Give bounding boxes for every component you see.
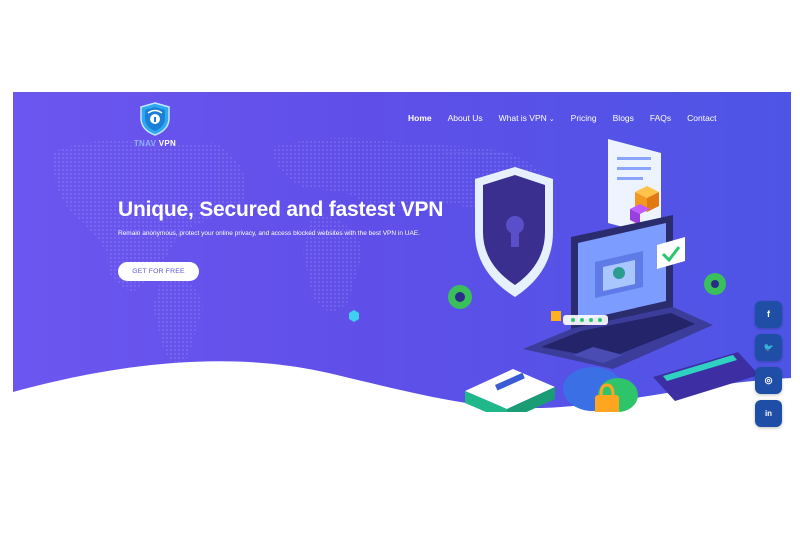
brand-logo[interactable]: TNAV VPN xyxy=(125,102,185,152)
facebook-icon: f xyxy=(767,309,770,319)
linkedin-icon: in xyxy=(764,409,773,418)
twitter-icon: 🐦 xyxy=(763,343,774,352)
nav-item-what-is-vpn[interactable]: What is VPN ⌄ xyxy=(491,113,563,123)
nav-item-faqs[interactable]: FAQs xyxy=(642,113,679,123)
vpn-security-illustration xyxy=(448,139,759,412)
instagram-icon: ◎ xyxy=(764,375,773,385)
hero-headline: Unique, Secured and fastest VPN xyxy=(118,198,444,221)
cloud-lock-icon xyxy=(563,367,638,412)
linkedin-button[interactable]: in xyxy=(755,400,782,427)
instagram-button[interactable]: ◎ xyxy=(755,367,782,394)
nav-item-blogs[interactable]: Blogs xyxy=(605,113,642,123)
main-navigation: Home About Us What is VPN ⌄ Pricing Blogs… xyxy=(400,113,724,123)
brand-name: TNAV VPN xyxy=(133,139,177,148)
get-for-free-button[interactable]: GET FOR FREE xyxy=(118,262,199,281)
router-icon xyxy=(465,369,555,412)
chevron-down-icon: ⌄ xyxy=(548,116,555,123)
hero-section: TNAV VPN Home About Us What is VPN ⌄ Pric… xyxy=(13,92,791,422)
facebook-button[interactable]: f xyxy=(755,301,782,328)
hexagon-icon xyxy=(349,310,359,322)
nav-item-contact[interactable]: Contact xyxy=(679,113,724,123)
nav-item-pricing[interactable]: Pricing xyxy=(563,113,605,123)
nav-item-what-is-vpn-label: What is VPN xyxy=(498,113,547,123)
shield-logo-icon xyxy=(140,102,170,136)
credit-card-icon xyxy=(653,352,759,401)
nav-item-home[interactable]: Home xyxy=(400,113,440,123)
shield-icon xyxy=(475,167,553,297)
hero-subtext: Remain anonymous, protect your online pr… xyxy=(118,230,420,237)
twitter-button[interactable]: 🐦 xyxy=(755,334,782,361)
nav-item-about-us[interactable]: About Us xyxy=(440,113,491,123)
